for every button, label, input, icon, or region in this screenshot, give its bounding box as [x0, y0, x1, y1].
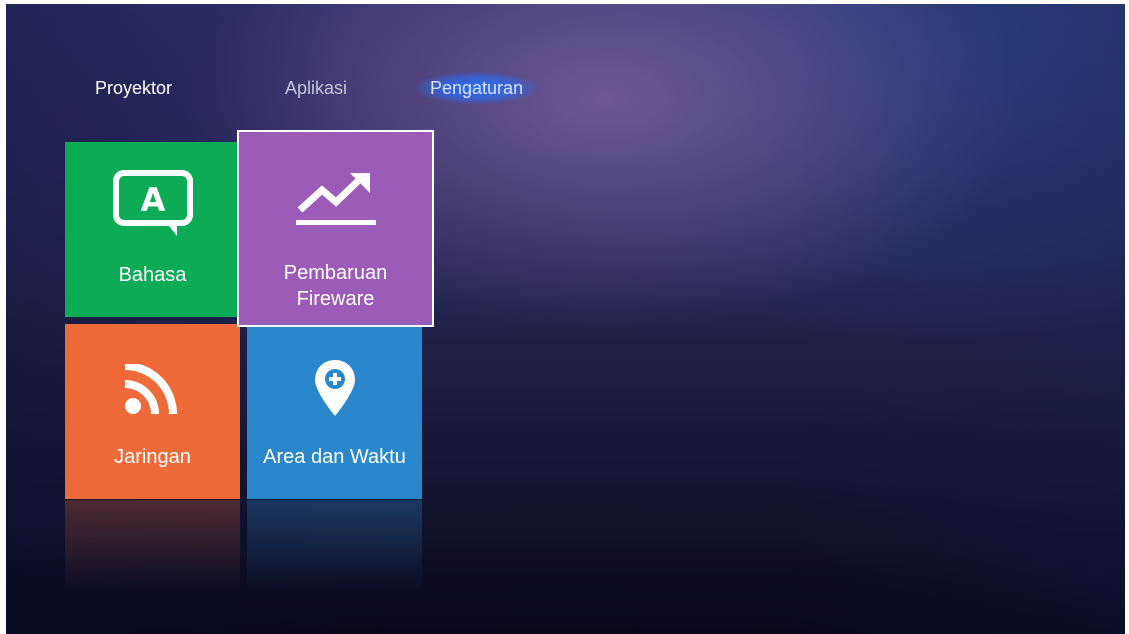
trend-up-icon — [294, 168, 378, 233]
location-pin-icon — [313, 358, 357, 423]
language-bubble-icon: A — [111, 168, 195, 243]
wifi-feed-icon — [123, 362, 183, 421]
tile-pembaruan-fireware-label: Pembaruan Fireware — [239, 260, 432, 312]
tile-reflection — [65, 500, 240, 590]
language-letter: A — [140, 181, 165, 219]
tile-bahasa-label: Bahasa — [118, 264, 187, 286]
tab-proyektor[interactable]: Proyektor — [95, 76, 172, 100]
tile-bahasa[interactable]: A Bahasa — [65, 142, 240, 317]
tile-area-dan-waktu-label: Area dan Waktu — [263, 446, 406, 468]
tile-jaringan-label: Jaringan — [114, 446, 191, 468]
tile-area-dan-waktu[interactable]: Area dan Waktu — [247, 324, 422, 499]
settings-screen: Proyektor Aplikasi Pengaturan A Bahasa P… — [6, 4, 1125, 634]
tile-pembaruan-fireware-label-line2: Fireware — [296, 288, 375, 310]
tab-pengaturan[interactable]: Pengaturan — [416, 72, 538, 104]
tile-pembaruan-fireware-label-line1: Pembaruan — [283, 262, 388, 284]
tab-aplikasi[interactable]: Aplikasi — [285, 76, 347, 100]
tile-jaringan[interactable]: Jaringan — [65, 324, 240, 499]
tile-reflection — [247, 500, 422, 590]
tile-pembaruan-fireware[interactable]: Pembaruan Fireware — [237, 130, 434, 327]
